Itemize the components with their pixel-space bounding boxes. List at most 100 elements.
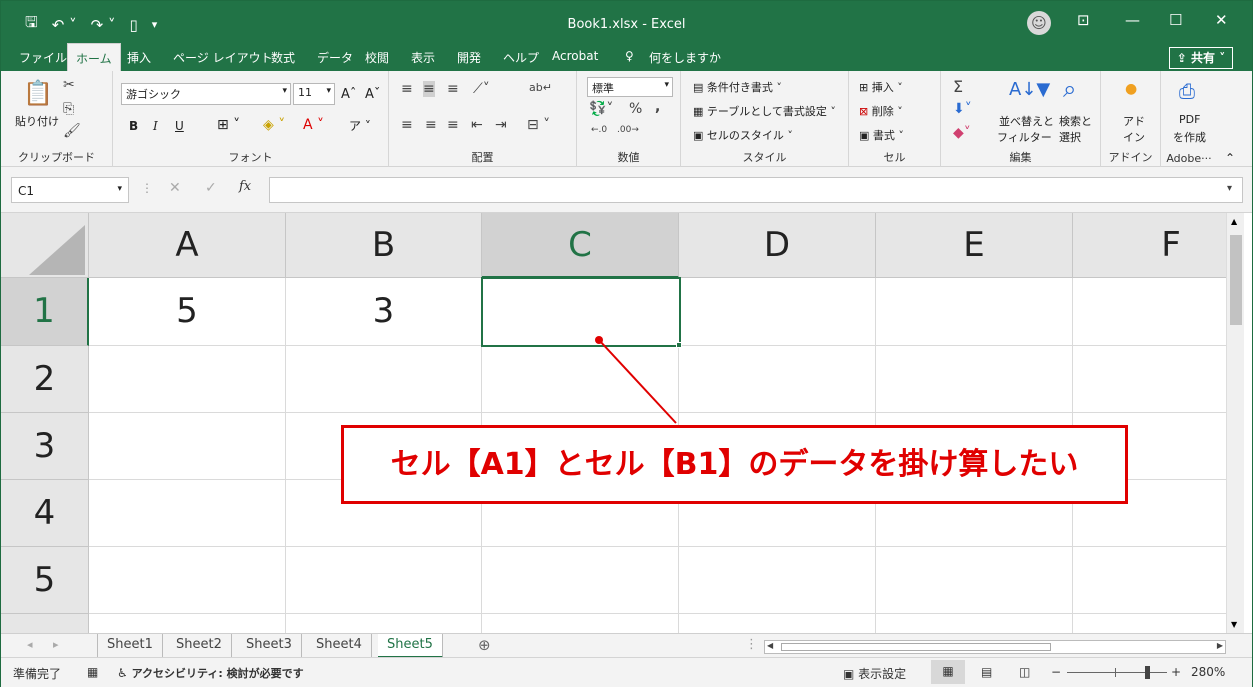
minimize-button[interactable]: —: [1125, 11, 1140, 29]
tab-formulas[interactable]: 数式: [271, 49, 295, 66]
next-sheet-icon[interactable]: ▸: [53, 638, 59, 651]
find-select-button-line1[interactable]: 検索と: [1059, 113, 1092, 129]
display-settings-button[interactable]: ▣ 表示設定: [843, 665, 906, 682]
decrease-font-icon[interactable]: Aˇ: [365, 87, 380, 102]
insert-cells-button[interactable]: ⊞ 挿入 ˅: [859, 79, 903, 95]
font-name-select[interactable]: 游ゴシック ▾: [121, 83, 291, 105]
user-avatar-icon[interactable]: ☺: [1027, 11, 1051, 35]
scroll-up-icon[interactable]: ▲: [1231, 217, 1237, 226]
create-pdf-line1[interactable]: PDF: [1179, 113, 1200, 126]
decrease-decimal-icon[interactable]: .00→: [617, 125, 639, 135]
macro-record-icon[interactable]: ▦: [87, 665, 98, 679]
vertical-scrollbar[interactable]: ▲ ▼: [1226, 213, 1244, 633]
borders-icon[interactable]: ⊞ ˅: [217, 117, 240, 133]
close-button[interactable]: ✕: [1215, 11, 1228, 29]
merge-center-icon[interactable]: ⊟ ˅: [527, 117, 550, 133]
sheet-tab-3[interactable]: Sheet3: [237, 634, 302, 658]
sheet-tab-1[interactable]: Sheet1: [97, 634, 163, 658]
cell-styles-button[interactable]: ▣ セルのスタイル ˅: [693, 127, 793, 143]
format-painter-icon[interactable]: 🖌: [63, 123, 81, 139]
page-layout-view-icon[interactable]: ▤: [981, 665, 992, 679]
tab-help[interactable]: ヘルプ: [503, 49, 539, 66]
align-left-icon[interactable]: ≡: [401, 117, 413, 133]
prev-sheet-icon[interactable]: ◂: [27, 638, 33, 651]
percent-button[interactable]: %: [629, 101, 642, 117]
cancel-entry-icon[interactable]: ✕: [169, 180, 181, 196]
delete-cells-button[interactable]: ⊠ 削除 ˅: [859, 103, 903, 119]
align-middle-icon[interactable]: ≡: [423, 81, 435, 97]
currency-icon[interactable]: 💱˅: [589, 101, 613, 117]
comma-button[interactable]: ,: [655, 99, 660, 115]
zoom-level[interactable]: 280%: [1191, 665, 1225, 679]
align-top-icon[interactable]: ≡: [401, 81, 413, 97]
bold-button[interactable]: B: [129, 119, 138, 133]
decrease-indent-icon[interactable]: ⇤: [471, 117, 483, 133]
zoom-slider-thumb[interactable]: [1145, 666, 1150, 679]
sheet-tab-5[interactable]: Sheet5: [378, 634, 443, 658]
page-break-view-icon[interactable]: ◫: [1019, 665, 1030, 679]
paste-button[interactable]: 貼り付け: [15, 113, 59, 129]
addins-icon[interactable]: ●: [1125, 81, 1137, 97]
name-box[interactable]: C1 ▾: [11, 177, 129, 203]
align-center-icon[interactable]: ≡: [425, 117, 437, 133]
tab-data[interactable]: データ: [317, 49, 353, 66]
increase-indent-icon[interactable]: ⇥: [495, 117, 507, 133]
font-color-icon[interactable]: A ˅: [303, 117, 324, 133]
autosum-button[interactable]: Σ: [953, 77, 963, 96]
tab-view[interactable]: 表示: [411, 49, 435, 66]
share-button[interactable]: ⇪ 共有 ˅: [1169, 47, 1233, 69]
conditional-formatting-button[interactable]: ▤ 条件付き書式 ˅: [693, 79, 782, 95]
horizontal-scroll-thumb[interactable]: [781, 643, 1051, 651]
format-as-table-button[interactable]: ▦ テーブルとして書式設定 ˅: [693, 103, 836, 119]
italic-button[interactable]: I: [153, 119, 158, 133]
phonetic-icon[interactable]: ア ˅: [349, 117, 371, 134]
underline-button[interactable]: U: [175, 119, 184, 133]
formula-input[interactable]: [269, 177, 1243, 203]
find-select-button-line2[interactable]: 選択: [1059, 129, 1081, 145]
add-sheet-icon[interactable]: ⊕: [478, 636, 491, 654]
increase-font-icon[interactable]: Aˆ: [341, 87, 356, 102]
tell-me-search[interactable]: 何をしますか: [649, 49, 721, 66]
tab-home[interactable]: ホーム: [67, 43, 121, 73]
increase-decimal-icon[interactable]: ←.0: [591, 125, 607, 135]
create-pdf-line2[interactable]: を作成: [1173, 129, 1206, 145]
align-bottom-icon[interactable]: ≡: [447, 81, 459, 97]
tab-file[interactable]: ファイル: [19, 49, 67, 66]
tab-developer[interactable]: 開発: [457, 49, 481, 66]
zoom-slider[interactable]: [1067, 666, 1167, 679]
cut-icon[interactable]: ✂: [63, 77, 75, 93]
zoom-in-icon[interactable]: +: [1171, 665, 1181, 679]
clear-icon[interactable]: ◆˅: [953, 125, 971, 141]
collapse-ribbon-icon[interactable]: ⌃: [1225, 151, 1235, 165]
insert-function-icon[interactable]: fx: [239, 179, 251, 194]
addins-button-line1[interactable]: アド: [1123, 113, 1145, 129]
normal-view-icon[interactable]: ▦: [931, 660, 965, 684]
align-right-icon[interactable]: ≡: [447, 117, 459, 133]
scroll-down-icon[interactable]: ▼: [1231, 620, 1237, 629]
expand-formula-bar-icon[interactable]: ▾: [1227, 183, 1232, 194]
create-pdf-icon[interactable]: ⎙: [1179, 79, 1195, 103]
sort-filter-icon[interactable]: A↓▼: [1009, 79, 1050, 100]
tab-page-layout[interactable]: ページ レイアウト: [173, 49, 273, 66]
tab-insert[interactable]: 挿入: [127, 49, 151, 66]
number-format-select[interactable]: 標準 ▾: [587, 77, 673, 97]
sort-filter-button-line2[interactable]: フィルター: [997, 129, 1052, 145]
scroll-left-icon[interactable]: ◀: [767, 641, 773, 650]
search-icon[interactable]: ⌕: [1063, 75, 1076, 103]
accessibility-status[interactable]: ♿ アクセシビリティ: 検討が必要です: [117, 665, 304, 681]
orientation-icon[interactable]: ⟋˅: [473, 81, 490, 97]
sheet-tab-2[interactable]: Sheet2: [167, 634, 232, 658]
tab-review[interactable]: 校閲: [365, 49, 389, 66]
copy-icon[interactable]: ⎘: [63, 101, 74, 117]
horizontal-scrollbar[interactable]: ◀ ▶: [764, 640, 1226, 654]
wrap-text-icon[interactable]: ab↵: [529, 81, 552, 94]
paste-icon[interactable]: 📋: [23, 79, 53, 107]
tab-acrobat[interactable]: Acrobat: [552, 49, 598, 63]
vertical-scroll-thumb[interactable]: [1230, 235, 1242, 325]
scroll-right-icon[interactable]: ▶: [1217, 641, 1223, 650]
sheet-tab-4[interactable]: Sheet4: [307, 634, 372, 658]
fill-icon[interactable]: ⬇˅: [953, 101, 972, 117]
format-cells-button[interactable]: ▣ 書式 ˅: [859, 127, 904, 143]
restore-button[interactable]: ☐: [1169, 11, 1182, 29]
fill-color-icon[interactable]: ◈ ˅: [263, 117, 285, 133]
